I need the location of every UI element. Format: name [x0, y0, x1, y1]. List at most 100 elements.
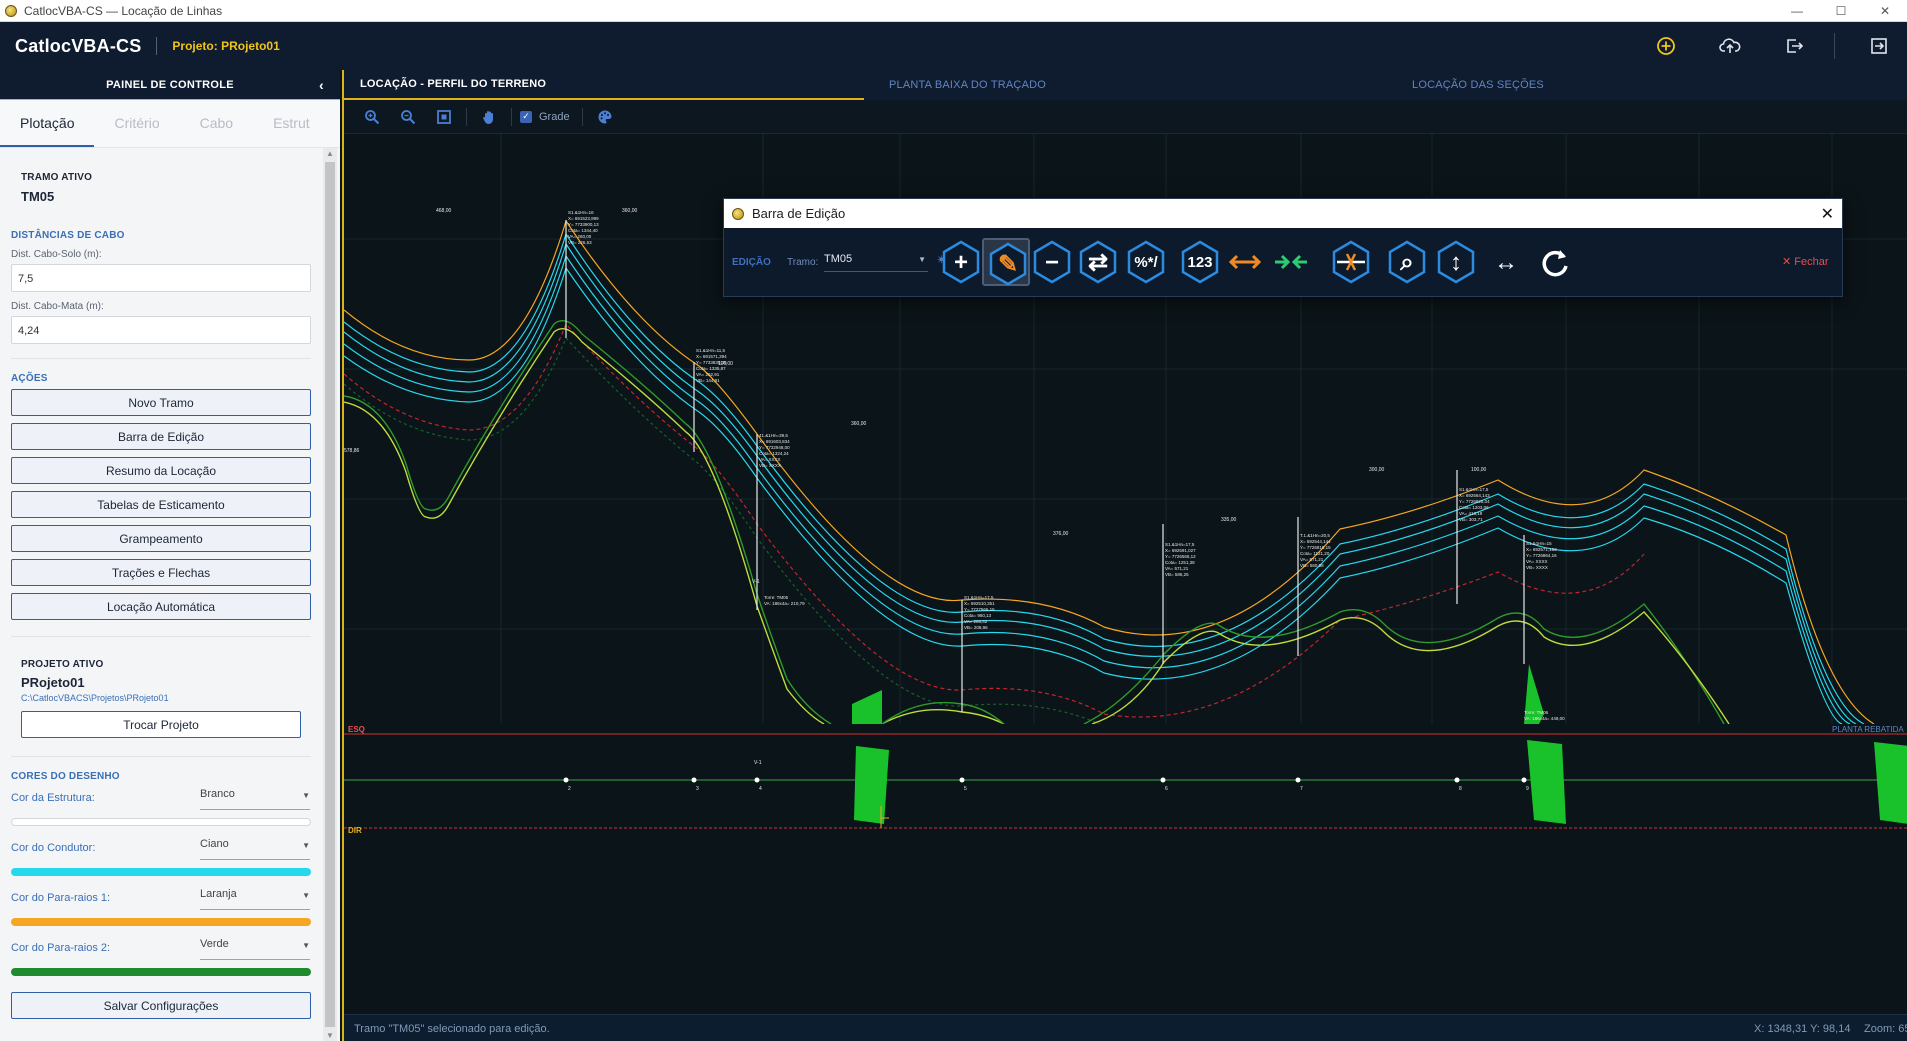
- locacao-automatica-button[interactable]: Locação Automática: [11, 593, 311, 620]
- tab-planta-baixa[interactable]: PLANTA BAIXA DO TRAÇADO: [889, 70, 1046, 100]
- export-icon[interactable]: [1774, 26, 1814, 66]
- tab-locacao-secoes[interactable]: LOCAÇÃO DAS SEÇÕES: [1412, 70, 1544, 100]
- scroll-up-icon[interactable]: ▲: [326, 149, 334, 158]
- cut-span-icon[interactable]: [1327, 238, 1375, 286]
- svg-text:↕: ↕: [1450, 249, 1462, 276]
- panel-scrollbar[interactable]: ▲ ▼: [323, 148, 337, 1041]
- svg-text:123: 123: [1187, 254, 1212, 271]
- cabo-solo-input[interactable]: 7,5: [11, 264, 311, 292]
- status-message: Tramo "TM05" selecionado para edição.: [354, 1023, 550, 1035]
- pararaios2-color-select[interactable]: Verde ▼: [200, 938, 310, 960]
- salvar-configuracoes-button[interactable]: Salvar Configurações: [11, 992, 311, 1019]
- remove-structure-icon[interactable]: −: [1028, 238, 1076, 286]
- color-label: Cor do Para-raios 1:: [11, 892, 111, 904]
- tab-perfil-terreno[interactable]: LOCAÇÃO - PERFIL DO TERRENO: [344, 70, 864, 100]
- grade-checkbox[interactable]: ✓: [520, 110, 532, 123]
- add-circle-icon[interactable]: [1646, 26, 1686, 66]
- refresh-icon[interactable]: [1531, 238, 1579, 286]
- close-window-button[interactable]: ✕: [1863, 0, 1907, 22]
- search-icon[interactable]: ⌕: [1383, 238, 1431, 286]
- selected-color: Laranja: [200, 888, 237, 900]
- swap-structure-icon[interactable]: ⇄: [1074, 238, 1122, 286]
- maximize-button[interactable]: ☐: [1819, 0, 1863, 22]
- color-label: Cor do Condutor:: [11, 842, 96, 854]
- header-actions: [1622, 22, 1907, 70]
- shrink-span-icon[interactable]: [1267, 238, 1315, 286]
- edicao-label: EDIÇÃO: [732, 257, 771, 268]
- tab-estrutura[interactable]: Estrut: [253, 115, 330, 147]
- tab-cabo[interactable]: Cabo: [180, 115, 253, 147]
- tracoes-flechas-button[interactable]: Trações e Flechas: [11, 559, 311, 586]
- cabo-mata-input[interactable]: 4,24: [11, 316, 311, 344]
- add-structure-icon[interactable]: +: [937, 238, 985, 286]
- structure-annotation-line: X= 692591,027: [1165, 548, 1196, 553]
- status-bar: Tramo "TM05" selecionado para edição. X:…: [344, 1014, 1907, 1041]
- structure-annotation-line: VA= XXXX: [1526, 559, 1548, 564]
- condutor-color-select[interactable]: Ciano ▼: [200, 838, 310, 860]
- plan-planta-label: PLANTA REBATIDA: [1832, 725, 1904, 734]
- panel-scroll-content: TRAMO ATIVO TM05 DISTÂNCIAS DE CABO Dist…: [0, 148, 322, 1038]
- dropdown-caret-icon: ▼: [918, 255, 926, 264]
- projeto-name: PRojeto01: [21, 675, 85, 690]
- pararaios1-color-select[interactable]: Laranja ▼: [200, 888, 310, 910]
- grade-toggle[interactable]: ✓ Grade: [520, 110, 570, 123]
- vertical-measure-icon[interactable]: ↕: [1432, 238, 1480, 286]
- structure-annotation-line: Y= 7726864,16: [1526, 553, 1557, 558]
- scroll-thumb[interactable]: [325, 162, 335, 1027]
- tab-plotacao[interactable]: Plotação: [0, 115, 95, 147]
- numbering-icon[interactable]: 123: [1176, 238, 1224, 286]
- horizontal-measure-icon[interactable]: ↔: [1482, 238, 1530, 286]
- span-length-label: 116,00: [718, 361, 733, 367]
- expand-span-icon[interactable]: [1221, 238, 1269, 286]
- barra-edicao-button[interactable]: Barra de Edição: [11, 423, 311, 450]
- tabelas-esticamento-button[interactable]: Tabelas de Esticamento: [11, 491, 311, 518]
- panel-title: PAINEL DE CONTROLE: [106, 78, 234, 91]
- plan-esq-label: ESQ: [348, 725, 365, 734]
- palette-icon[interactable]: [591, 103, 619, 131]
- color-swatch: [11, 918, 311, 926]
- structure-annotation-line: Y= 7726825,04: [1459, 499, 1490, 504]
- scroll-down-icon[interactable]: ▼: [326, 1031, 334, 1040]
- selected-color: Ciano: [200, 838, 229, 850]
- structure-annotation-line: Cota= 960,13: [964, 613, 992, 618]
- collapse-panel-button[interactable]: ‹: [319, 77, 324, 93]
- edit-structure-icon[interactable]: ✎: [982, 238, 1030, 286]
- fit-extents-icon[interactable]: [430, 103, 458, 131]
- structure-annotation-line: X= 691571,394: [696, 354, 727, 359]
- cloud-upload-icon[interactable]: [1710, 26, 1750, 66]
- structure-annotation-line: VB= XXXX: [759, 463, 781, 468]
- structure-annotation-line: X= 691523,999: [568, 216, 599, 221]
- svg-text:Torre: TM05: Torre: TM05: [764, 595, 789, 600]
- structure-annotation-line: 41.&1Hn=39,5: [759, 433, 788, 438]
- span-length-label: 578,86: [344, 448, 360, 454]
- tab-criterio[interactable]: Critério: [94, 115, 179, 147]
- tramo-label: TRAMO ATIVO: [21, 172, 93, 183]
- grampeamento-button[interactable]: Grampeamento: [11, 525, 311, 552]
- panel-header: PAINEL DE CONTROLE ‹: [0, 70, 340, 100]
- trocar-projeto-button[interactable]: Trocar Projeto: [21, 711, 301, 738]
- logout-icon[interactable]: [1859, 26, 1899, 66]
- zoom-out-icon[interactable]: [394, 103, 422, 131]
- tramo-select[interactable]: TM05 ▼: [824, 250, 928, 272]
- structure-annotation-line: Cota= 1203,06: [1459, 505, 1489, 510]
- structure-annotation-line: S1.&1Hn=17,5: [964, 595, 994, 600]
- zoom-in-icon[interactable]: [358, 103, 386, 131]
- pan-hand-icon[interactable]: [475, 103, 503, 131]
- station-number: 3: [696, 786, 699, 792]
- color-row-pararaios2: Cor do Para-raios 2: Verde ▼: [0, 934, 322, 984]
- structure-annotation-line: Y= 7726810,15: [1300, 545, 1331, 550]
- svg-text:⇄: ⇄: [1088, 249, 1108, 276]
- close-icon[interactable]: ✕: [1821, 204, 1834, 224]
- novo-tramo-button[interactable]: Novo Tramo: [11, 389, 311, 416]
- color-label: Cor do Para-raios 2:: [11, 942, 111, 954]
- structure-annotation-line: Y= 7732948,00: [759, 445, 790, 450]
- percent-calc-icon[interactable]: %*/: [1122, 238, 1170, 286]
- estrutura-color-select[interactable]: Branco ▼: [200, 788, 310, 810]
- minimize-button[interactable]: —: [1775, 0, 1819, 22]
- distancias-title: DISTÂNCIAS DE CABO: [11, 230, 125, 241]
- resumo-locacao-button[interactable]: Resumo da Locação: [11, 457, 311, 484]
- header-divider: [156, 37, 158, 55]
- span-length-label: V-1: [752, 579, 760, 585]
- fechar-button[interactable]: ✕ Fechar: [1782, 255, 1829, 268]
- edit-bar-titlebar[interactable]: Barra de Edição ✕: [724, 199, 1842, 228]
